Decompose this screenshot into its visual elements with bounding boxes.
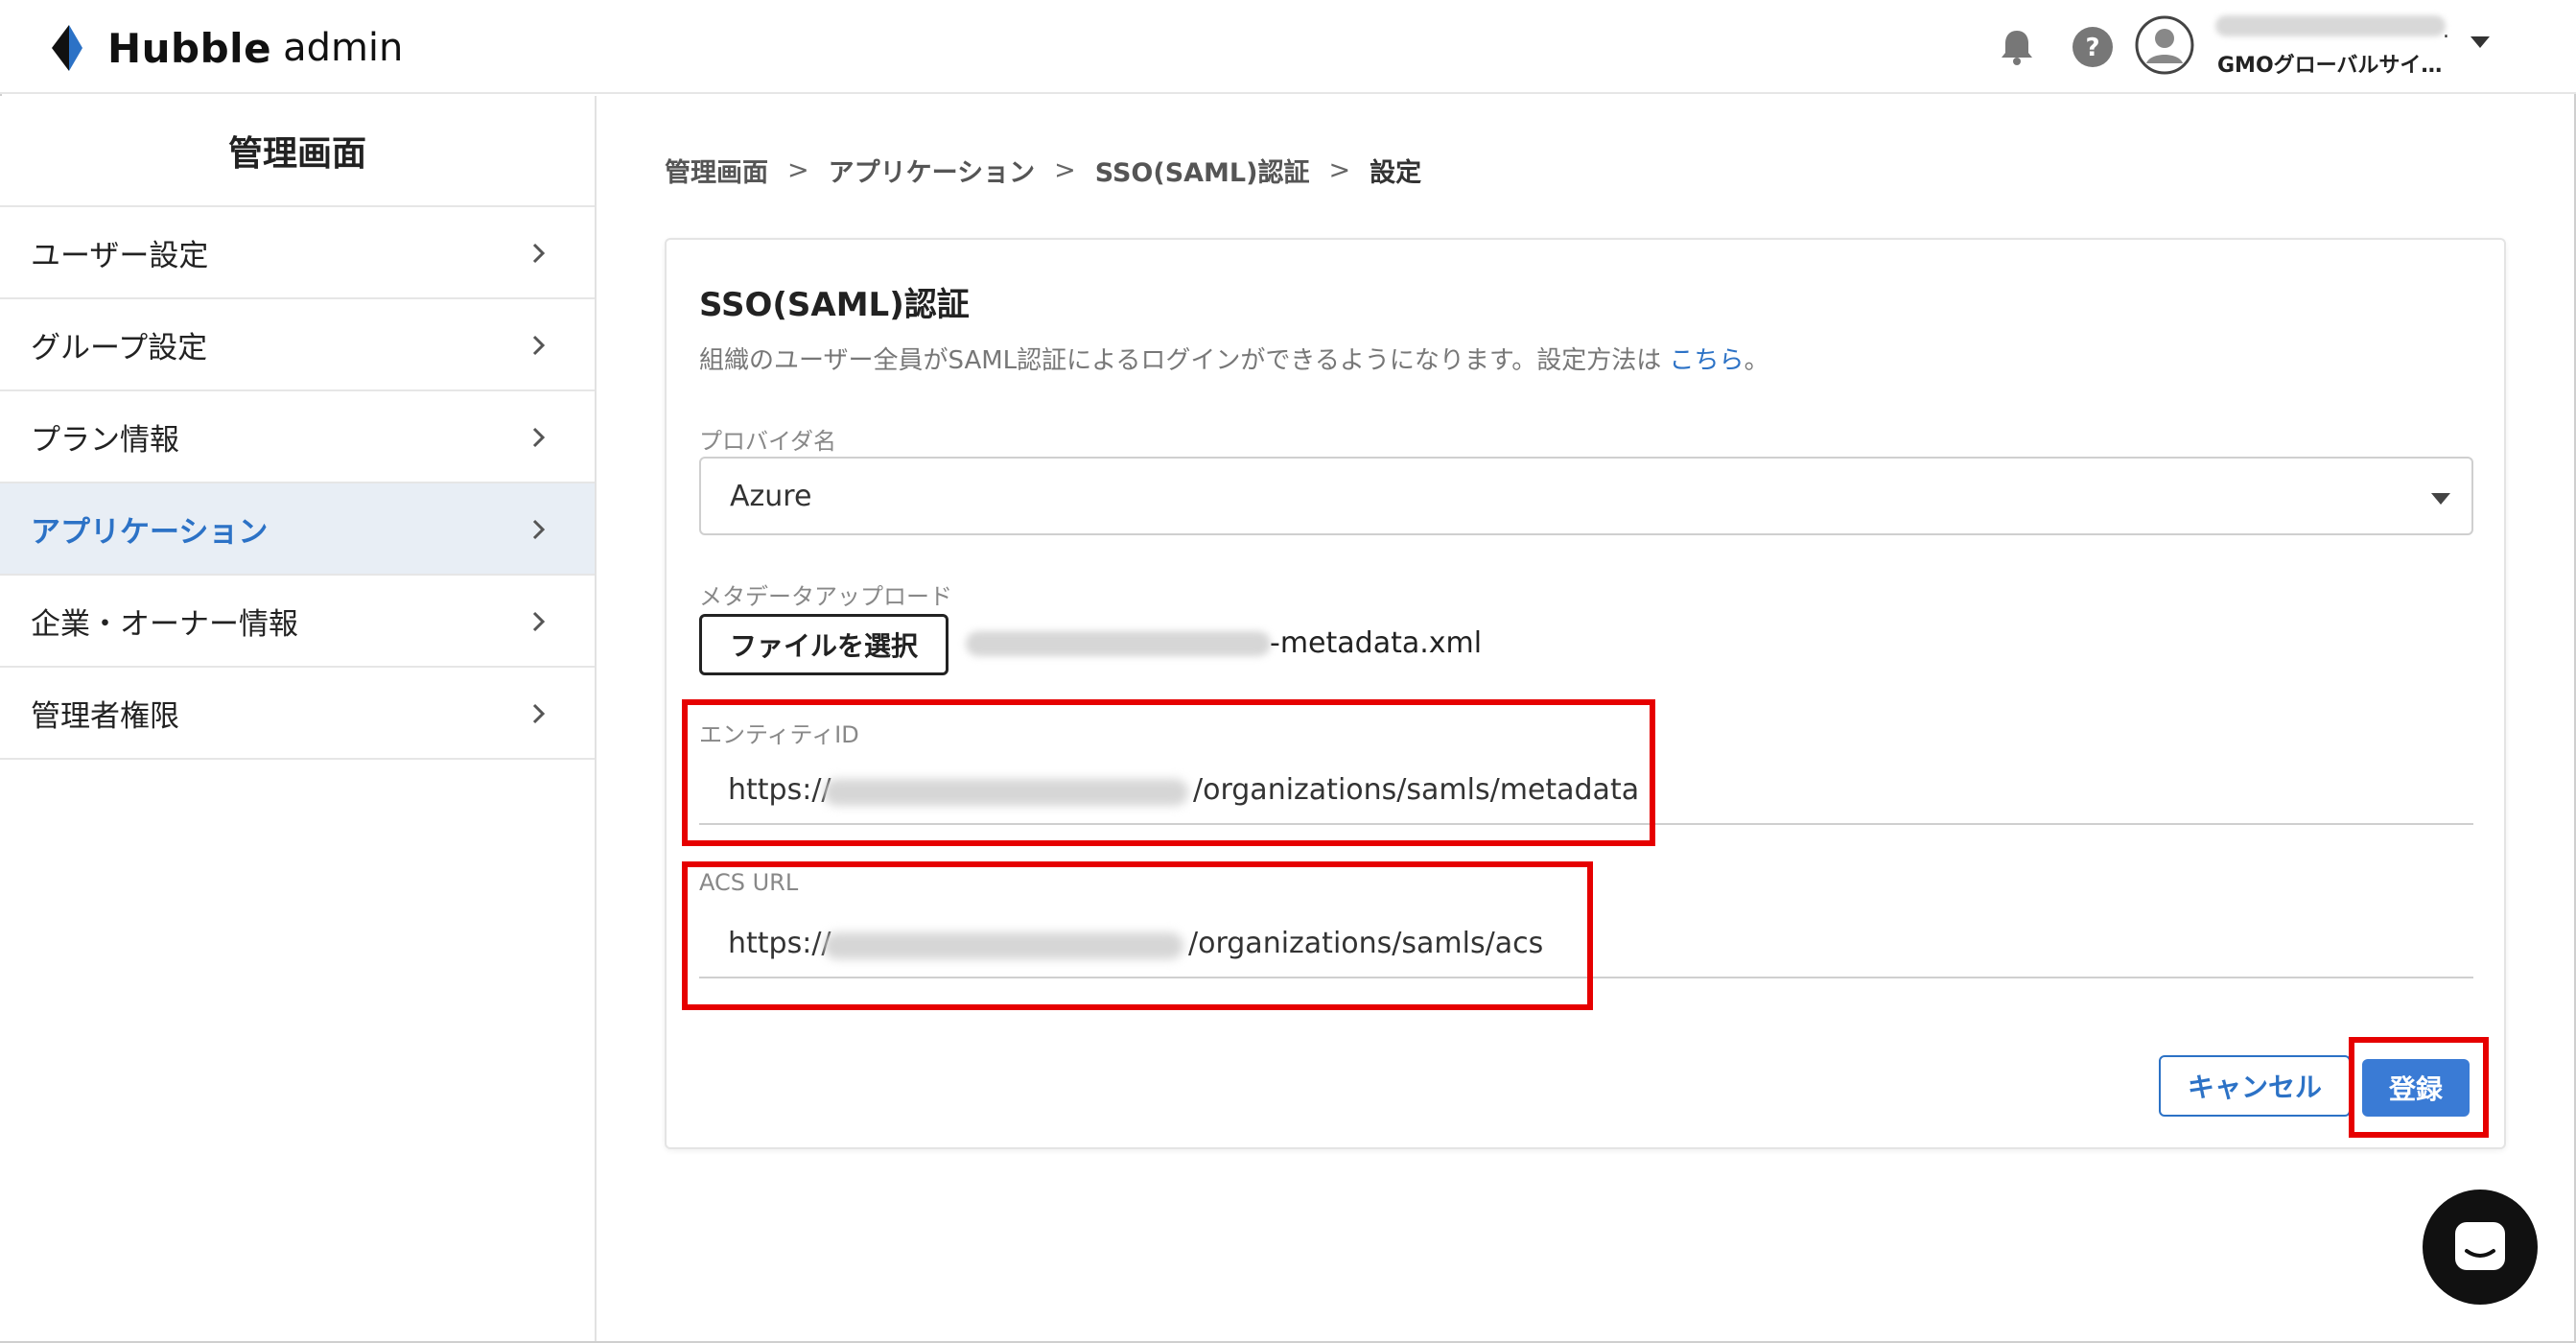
sidebar-item-applications[interactable]: アプリケーション [0,483,595,576]
highlight-entity-id [682,699,1655,846]
avatar[interactable] [2135,15,2194,75]
logo[interactable]: Hubble admin [44,21,403,75]
chat-icon [2455,1222,2505,1270]
chevron-right-icon [532,703,546,724]
breadcrumb-admin[interactable]: 管理画面 [665,152,768,189]
breadcrumb-separator: > [1328,155,1351,185]
sidebar-item-user-settings[interactable]: ユーザー設定 [0,207,595,299]
chat-launcher[interactable] [2423,1190,2538,1305]
description-text: 組織のユーザー全員がSAML認証によるログインができるようになります。設定方法は [699,346,1662,375]
sidebar-item-label: グループ設定 [31,330,208,365]
cancel-button[interactable]: キャンセル [2159,1055,2351,1117]
file-select-button[interactable]: ファイルを選択 [699,614,948,675]
top-header: Hubble admin ? . GMOグローバルサイ… [0,0,2576,94]
sidebar-item-label: アプリケーション [31,514,269,550]
help-link[interactable]: こちら [1670,346,1745,375]
provider-value: Azure [730,479,812,513]
user-menu-caret-icon[interactable] [2471,36,2490,48]
card-title: SSO(SAML)認証 [699,286,970,324]
svg-text:?: ? [2085,34,2099,62]
help-icon[interactable]: ? [2069,23,2117,71]
card-description: 組織のユーザー全員がSAML認証によるログインができるようになります。設定方法は… [699,341,1769,376]
sidebar-item-label: ユーザー設定 [31,238,209,273]
user-email-redacted [2215,15,2446,36]
provider-label: プロバイダ名 [699,428,837,455]
sidebar-item-label: 企業・オーナー情報 [31,606,298,642]
breadcrumb: 管理画面 > アプリケーション > SSO(SAML)認証 > 設定 [665,152,1421,189]
chevron-right-icon [532,519,546,540]
highlight-acs-url [682,861,1593,1010]
metadata-label: メタデータアップロード [699,583,952,610]
breadcrumb-separator: > [787,155,809,185]
breadcrumb-applications[interactable]: アプリケーション [829,152,1035,189]
user-avatar-icon [2135,15,2194,75]
breadcrumb-separator: > [1054,155,1076,185]
sidebar-item-group-settings[interactable]: グループ設定 [0,299,595,391]
chevron-right-icon [532,243,546,264]
file-name-redacted [966,631,1271,656]
chevron-down-icon [2431,493,2450,505]
provider-select[interactable]: Azure [699,457,2473,535]
breadcrumb-sso[interactable]: SSO(SAML)認証 [1095,152,1310,189]
logo-suffix: admin [283,26,404,70]
chevron-right-icon [532,427,546,448]
hubble-logo-icon [52,25,82,71]
sidebar-item-admin-permissions[interactable]: 管理者権限 [0,668,595,760]
sidebar-item-label: 管理者権限 [31,698,179,734]
sso-settings-card: SSO(SAML)認証 組織のユーザー全員がSAML認証によるログインができるよ… [665,238,2506,1149]
breadcrumb-current: 設定 [1370,158,1422,188]
description-end: 。 [1744,346,1769,375]
logo-name: Hubble [107,24,272,72]
bell-icon[interactable] [1993,23,2041,71]
sidebar-title: 管理画面 [0,96,595,207]
org-name[interactable]: GMOグローバルサイ… [2217,48,2442,79]
sidebar-item-company-owner[interactable]: 企業・オーナー情報 [0,576,595,668]
highlight-submit [2349,1037,2489,1138]
sidebar-item-label: プラン情報 [31,422,179,458]
sidebar-item-plan-info[interactable]: プラン情報 [0,391,595,483]
file-name: -metadata.xml [1270,626,1483,660]
chevron-right-icon [532,335,546,356]
user-dot: . [2443,19,2449,43]
chevron-right-icon [532,611,546,632]
sidebar: 管理画面 ユーザー設定 グループ設定 プラン情報 アプリケーション 企業・オーナ… [0,96,597,1341]
